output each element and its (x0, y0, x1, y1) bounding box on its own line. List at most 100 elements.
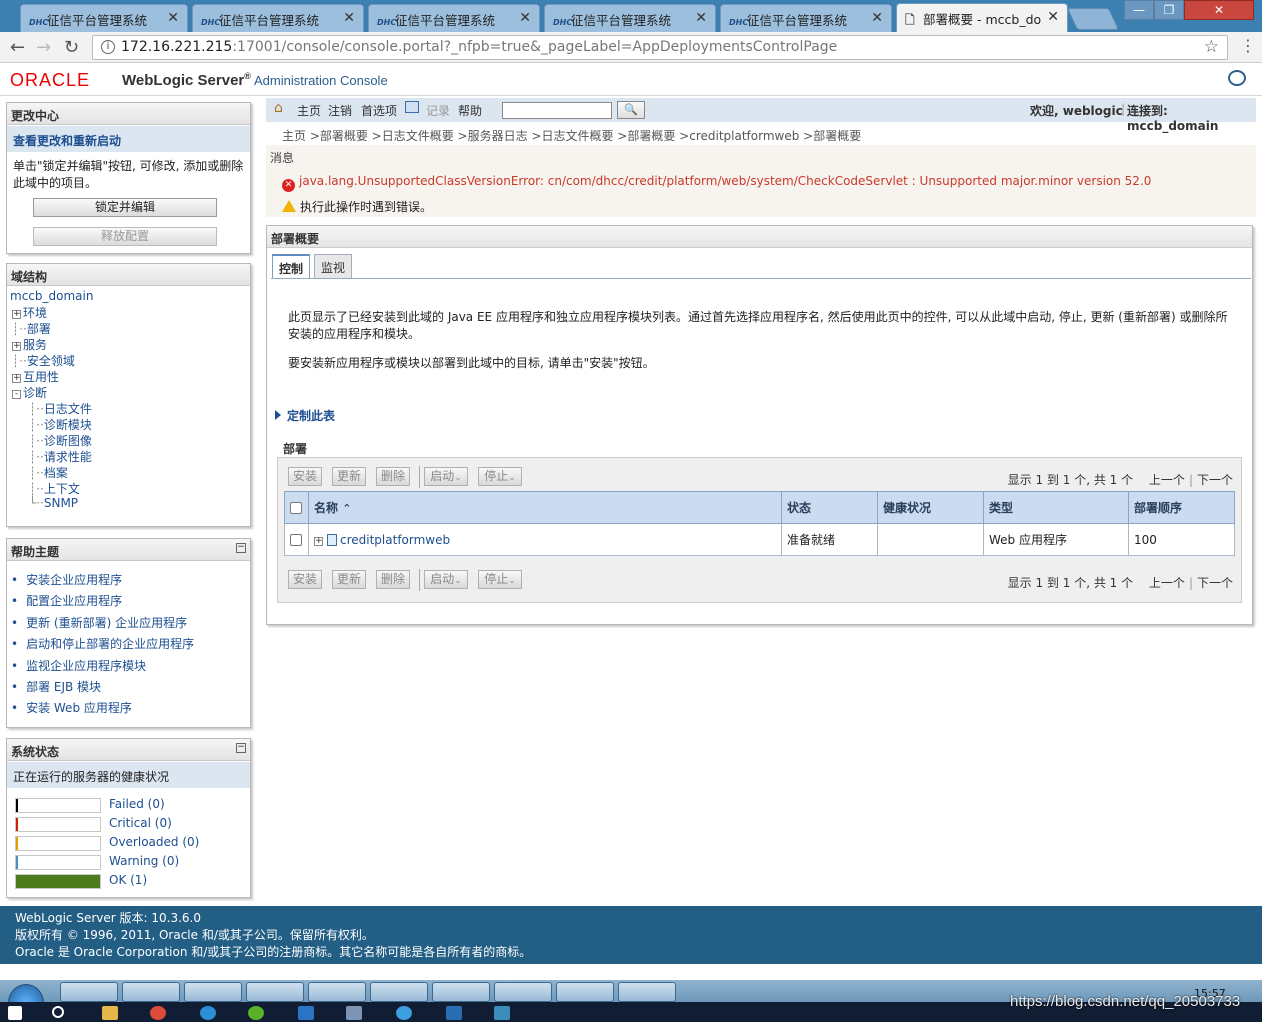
tree-item-diag-images[interactable]: ┊··诊断图像 (29, 432, 92, 449)
record-icon[interactable] (405, 101, 419, 113)
expand-icon[interactable]: + (314, 536, 323, 546)
sort-ascending-icon[interactable]: ⌃ (342, 502, 351, 515)
tree-item-log-files[interactable]: ┊··日志文件 (29, 400, 92, 417)
forward-arrow-icon[interactable]: → (36, 37, 51, 58)
col-type[interactable]: 类型 (983, 491, 1129, 524)
windows-logo-icon[interactable] (8, 1006, 22, 1020)
folder-icon[interactable] (102, 1006, 118, 1020)
col-health[interactable]: 健康状况 (877, 491, 984, 524)
nav-help-link[interactable]: 帮助 (458, 102, 482, 119)
ie-taskbar-icon[interactable] (60, 982, 118, 1002)
col-state[interactable]: 状态 (781, 491, 878, 524)
back-arrow-icon[interactable]: ← (10, 37, 25, 58)
editor-taskbar-icon[interactable] (308, 982, 366, 1002)
tree-item-services[interactable]: + 服务 (12, 336, 47, 353)
row-state[interactable]: 准备就绪 (781, 523, 878, 556)
browser-icon[interactable] (200, 1006, 216, 1020)
tree-item-diag-modules[interactable]: ┊··诊断模块 (29, 416, 92, 433)
browser-tab-3[interactable]: DHC征信平台管理系统 ✕ (368, 4, 540, 32)
bookmark-star-icon[interactable]: ☆ (1204, 37, 1219, 57)
col-order[interactable]: 部署顺序 (1128, 491, 1235, 524)
install-button[interactable]: 安装 (288, 467, 322, 486)
tab-control[interactable]: 控制 (272, 254, 311, 278)
update-button-bottom[interactable]: 更新 (332, 570, 366, 589)
health-label-critical[interactable]: Critical (0) (109, 816, 172, 830)
delete-button[interactable]: 删除 (376, 467, 410, 486)
nav-preferences-link[interactable]: 首选项 (361, 102, 397, 119)
search-button[interactable]: 🔍 (617, 101, 645, 119)
browser-tab-5[interactable]: DHC征信平台管理系统 ✕ (720, 4, 892, 32)
help-link-start-stop[interactable]: 启动和停止部署的企业应用程序 (11, 635, 194, 652)
app-taskbar-icon[interactable] (370, 982, 428, 1002)
stop-dropdown-bottom[interactable]: 停止⌄ (478, 570, 522, 589)
app-name-link[interactable]: creditplatformweb (340, 533, 450, 547)
start-dropdown-bottom[interactable]: 启动⌄ (424, 570, 468, 589)
browser-tab-2[interactable]: DHC征信平台管理系统 ✕ (192, 4, 364, 32)
nav-record-link[interactable]: 记录 (426, 102, 450, 119)
browser-tab-1[interactable]: DHC征信平台管理系统 ✕ (20, 4, 188, 32)
health-label-overloaded[interactable]: Overloaded (0) (109, 835, 199, 849)
app-icon[interactable] (298, 1006, 314, 1020)
ie-icon[interactable] (396, 1006, 412, 1020)
app-icon[interactable] (494, 1006, 510, 1020)
col-name[interactable]: 名称 ⌃ (308, 491, 782, 524)
install-button-bottom[interactable]: 安装 (288, 570, 322, 589)
select-all-checkbox[interactable] (284, 491, 309, 524)
collapse-icon[interactable]: - (12, 390, 21, 399)
delete-button-bottom[interactable]: 删除 (376, 570, 410, 589)
folder-taskbar-icon[interactable] (184, 982, 242, 1002)
nav-logout-link[interactable]: 注销 (328, 102, 352, 119)
tree-item-archives[interactable]: ┊··档案 (29, 464, 68, 481)
browser-tab-active[interactable]: 🗋 部署概要 - mccb_do ✕ (896, 3, 1068, 32)
release-config-button[interactable]: 释放配置 (33, 227, 217, 246)
tree-item-environment[interactable]: + 环境 (12, 304, 47, 321)
app-taskbar-icon[interactable] (618, 982, 676, 1002)
tree-item-snmp[interactable]: └··SNMP (29, 496, 78, 510)
menu-dots-icon[interactable]: ⋮ (1240, 36, 1256, 55)
chrome-taskbar-icon[interactable] (494, 982, 552, 1002)
close-icon[interactable]: ✕ (695, 10, 707, 26)
minimize-panel-icon[interactable]: − (236, 743, 246, 753)
help-link-install-web[interactable]: 安装 Web 应用程序 (11, 699, 132, 716)
close-icon[interactable]: ✕ (343, 10, 355, 26)
url-input[interactable]: i 172.16.221.215:17001/console/console.p… (92, 35, 1228, 60)
pager-prev[interactable]: 上一个 (1149, 576, 1185, 590)
row-checkbox[interactable] (284, 523, 309, 556)
app-icon[interactable] (346, 1006, 362, 1020)
maximize-button[interactable]: ❐ (1154, 0, 1184, 20)
minimize-button[interactable]: — (1124, 0, 1154, 20)
pager-next[interactable]: 下一个 (1197, 473, 1233, 487)
excel-taskbar-icon[interactable] (556, 982, 614, 1002)
health-label-warning[interactable]: Warning (0) (109, 854, 179, 868)
tree-item-request-perf[interactable]: ┊··请求性能 (29, 448, 92, 465)
health-label-ok[interactable]: OK (1) (109, 873, 147, 887)
lock-edit-button[interactable]: 锁定并编辑 (33, 198, 217, 217)
tab-monitoring[interactable]: 监视 (314, 254, 353, 278)
view-changes-link[interactable]: 查看更改和重新启动 (7, 126, 250, 152)
breadcrumb[interactable]: 主页 >部署概要 >日志文件概要 >服务器日志 >日志文件概要 >部署概要 >c… (282, 127, 861, 144)
pager-prev[interactable]: 上一个 (1149, 473, 1185, 487)
minimize-panel-icon[interactable]: − (236, 543, 246, 553)
tree-item-context[interactable]: ┊··上下文 (29, 480, 80, 497)
start-dropdown[interactable]: 启动⌄ (424, 467, 468, 486)
app-icon[interactable] (446, 1006, 462, 1020)
reload-icon[interactable]: ↻ (64, 37, 79, 58)
health-label-failed[interactable]: Failed (0) (109, 797, 165, 811)
search-icon[interactable] (52, 1006, 64, 1018)
chrome-icon[interactable] (150, 1006, 166, 1020)
tree-item-deployments[interactable]: ┊··部署 (12, 320, 51, 337)
help-link-redeploy[interactable]: 更新 (重新部署) 企业应用程序 (11, 614, 187, 631)
info-icon[interactable]: i (101, 40, 115, 54)
nav-home-link[interactable]: 主页 (297, 102, 321, 119)
customize-table-link[interactable]: 定制此表 (275, 407, 335, 424)
help-link-deploy-ejb[interactable]: 部署 EJB 模块 (11, 678, 101, 695)
close-icon[interactable]: ✕ (519, 10, 531, 26)
window-taskbar-icon[interactable] (246, 982, 304, 1002)
stop-dropdown[interactable]: 停止⌄ (478, 467, 522, 486)
help-link-monitor[interactable]: 监视企业应用程序模块 (11, 657, 146, 674)
tree-item-interoperability[interactable]: + 互用性 (12, 368, 59, 385)
tree-item-diagnostics[interactable]: - 诊断 (12, 384, 47, 401)
update-button[interactable]: 更新 (332, 467, 366, 486)
tree-item-security-realms[interactable]: ┊··安全领域 (12, 352, 75, 369)
help-link-install-ear[interactable]: 安装企业应用程序 (11, 571, 122, 588)
